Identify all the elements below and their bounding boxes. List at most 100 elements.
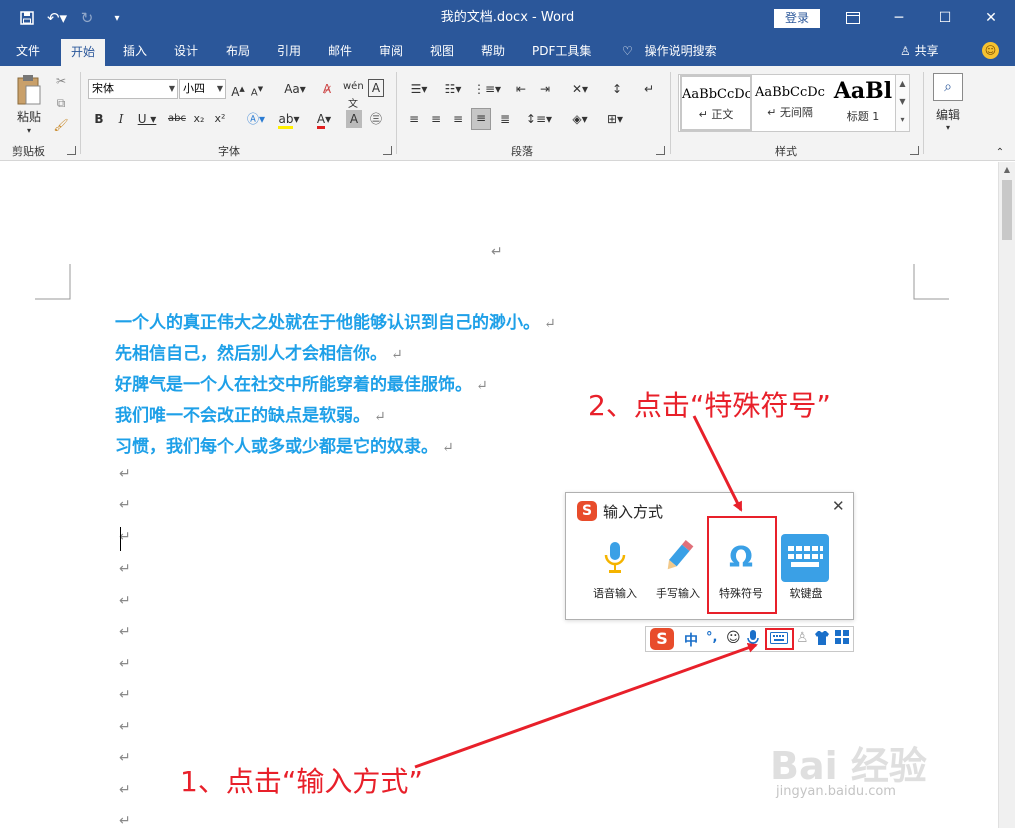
close-icon[interactable]: ✕	[968, 0, 1014, 36]
multilevel-list-icon[interactable]: ⋮≡▾	[472, 80, 502, 98]
save-icon[interactable]	[12, 0, 42, 36]
sogou-logo-icon[interactable]: S	[650, 628, 674, 650]
feedback-smiley-icon[interactable]: ☺	[982, 42, 999, 59]
undo-icon[interactable]: ↶▾	[42, 0, 72, 36]
justify-icon[interactable]: ≡	[471, 108, 491, 130]
grow-font-icon[interactable]: A▲	[230, 80, 246, 101]
document-line[interactable]: 先相信自己，然后别人才会相信你。 ↵	[115, 339, 403, 364]
tab-review[interactable]: 审阅	[369, 36, 413, 66]
format-painter-icon[interactable]: 🖌	[52, 116, 70, 134]
line-spacing-icon[interactable]: ↕≡▾	[524, 110, 554, 128]
share-button[interactable]: ♙ 共享	[900, 36, 939, 66]
clipboard-dialog-launcher[interactable]	[67, 146, 76, 155]
scroll-up-icon[interactable]: ▲	[999, 162, 1015, 178]
paste-dropdown-icon[interactable]: ▾	[22, 122, 36, 140]
document-line[interactable]: 一个人的真正伟大之处就在于他能够认识到自己的渺小。 ↵	[115, 308, 556, 333]
user-icon[interactable]: ♙	[796, 630, 809, 646]
style-normal[interactable]: AaBbCcDc ↵ 正文	[680, 75, 752, 131]
chinese-mode-toggle[interactable]: 中	[684, 630, 698, 650]
styles-scroll[interactable]: ▲ ▼ ▾	[895, 74, 910, 132]
customize-qat-icon[interactable]: ▾	[102, 0, 132, 36]
document-line[interactable]: 习惯，我们每个人或多或少都是它的奴隶。 ↵	[115, 432, 454, 457]
paragraph-dialog-launcher[interactable]	[656, 146, 665, 155]
tab-file[interactable]: 文件	[6, 36, 50, 66]
soft-keyboard-item[interactable]: 软键盘	[776, 533, 836, 613]
phonetic-guide-icon[interactable]: wén文	[343, 78, 364, 114]
copy-icon[interactable]: ⧉	[52, 94, 70, 112]
font-name-combo[interactable]: 宋体 ▼	[88, 79, 178, 99]
align-right-icon[interactable]: ≡	[449, 110, 467, 128]
tell-me-search[interactable]: ♡ 操作说明搜索	[612, 36, 727, 66]
style-name: 标题 1	[846, 110, 880, 123]
tab-mailings[interactable]: 邮件	[318, 36, 362, 66]
align-center-icon[interactable]: ≡	[427, 110, 445, 128]
font-color-icon[interactable]: A▾	[310, 110, 338, 129]
superscript-icon[interactable]: x²	[212, 110, 228, 128]
cut-icon[interactable]: ✂	[52, 72, 70, 90]
sort-icon[interactable]: ↕	[608, 80, 626, 98]
character-shading-icon[interactable]: A	[346, 110, 362, 128]
style-no-spacing[interactable]: AaBbCcDc ↵ 无间隔	[754, 75, 826, 131]
microphone-icon[interactable]	[747, 630, 759, 650]
subscript-icon[interactable]: x₂	[191, 110, 207, 128]
tab-help[interactable]: 帮助	[471, 36, 515, 66]
redo-icon[interactable]: ↻	[72, 0, 102, 36]
character-border-icon[interactable]: A	[368, 79, 384, 97]
tab-design[interactable]: 设计	[164, 36, 208, 66]
line-text: 一个人的真正伟大之处就在于他能够认识到自己的渺小。	[115, 313, 540, 333]
scroll-thumb[interactable]	[1002, 180, 1012, 240]
ime-panel-title: 输入方式	[603, 503, 664, 521]
font-dialog-launcher[interactable]	[383, 146, 392, 155]
punctuation-toggle[interactable]: °,	[706, 630, 717, 645]
close-icon[interactable]: ✕	[832, 497, 845, 515]
change-case-icon[interactable]: Aa▾	[281, 80, 309, 98]
tab-layout[interactable]: 布局	[216, 36, 260, 66]
clear-formatting-icon[interactable]: A̷	[318, 80, 336, 98]
text-effects-icon[interactable]: Ⓐ▾	[242, 110, 270, 128]
increase-indent-icon[interactable]: ⇥	[536, 80, 554, 98]
handwriting-input-item[interactable]: 手写输入	[648, 533, 708, 613]
highlight-color-icon[interactable]: ab▾	[274, 110, 304, 129]
asian-layout-icon[interactable]: ✕▾	[566, 80, 594, 98]
voice-input-item[interactable]: 语音输入	[585, 533, 645, 613]
maximize-icon[interactable]: ☐	[922, 0, 968, 36]
shading-icon[interactable]: ◈▾	[566, 110, 594, 128]
vertical-scrollbar[interactable]: ▲	[998, 162, 1015, 828]
style-heading-1[interactable]: AaBl 标题 1	[827, 75, 899, 131]
search-icon[interactable]: ⌕	[933, 73, 963, 101]
paragraph-mark: ↵	[119, 561, 131, 577]
edit-dropdown-icon[interactable]: ▾	[941, 119, 955, 137]
bold-icon[interactable]: B	[92, 110, 106, 128]
tab-insert[interactable]: 插入	[113, 36, 157, 66]
tab-pdf-tools[interactable]: PDF工具集	[522, 36, 601, 66]
align-left-icon[interactable]: ≡	[405, 110, 423, 128]
sogou-logo-icon: S	[577, 501, 597, 521]
distributed-icon[interactable]: ≣	[496, 110, 514, 128]
styles-dialog-launcher[interactable]	[910, 146, 919, 155]
tab-view[interactable]: 视图	[420, 36, 464, 66]
login-button[interactable]: 登录	[774, 9, 820, 28]
document-line[interactable]: 好脾气是一个人在社交中所能穿着的最佳服饰。 ↵	[115, 370, 488, 395]
strikethrough-icon[interactable]: abc	[166, 110, 188, 128]
decrease-indent-icon[interactable]: ⇤	[512, 80, 530, 98]
ribbon-display-options-icon[interactable]	[830, 0, 876, 36]
shrink-font-icon[interactable]: A▼	[249, 80, 265, 102]
collapse-ribbon-icon[interactable]: ⌃	[992, 144, 1008, 162]
show-marks-icon[interactable]: ↵	[640, 80, 658, 98]
skin-shirt-icon[interactable]	[814, 630, 830, 650]
numbering-icon[interactable]: ☷▾	[438, 80, 468, 98]
document-line[interactable]: 我们唯一不会改正的缺点是软弱。 ↵	[115, 401, 386, 426]
emoji-icon[interactable]: ☺	[726, 630, 741, 646]
paragraph-mark: ↵	[391, 347, 403, 363]
tab-references[interactable]: 引用	[267, 36, 311, 66]
toolbox-grid-icon[interactable]	[835, 630, 849, 648]
style-name: ↵ 正文	[698, 108, 734, 121]
tab-home[interactable]: 开始	[61, 39, 106, 66]
minimize-icon[interactable]: ─	[876, 0, 922, 36]
underline-icon[interactable]: U ▾	[136, 110, 158, 128]
bullets-icon[interactable]: ☰▾	[404, 80, 434, 98]
font-size-combo[interactable]: 小四 ▼	[179, 79, 226, 99]
italic-icon[interactable]: I	[114, 110, 128, 128]
borders-icon[interactable]: ⊞▾	[600, 110, 630, 128]
enclose-characters-icon[interactable]: ㊂	[367, 110, 385, 128]
